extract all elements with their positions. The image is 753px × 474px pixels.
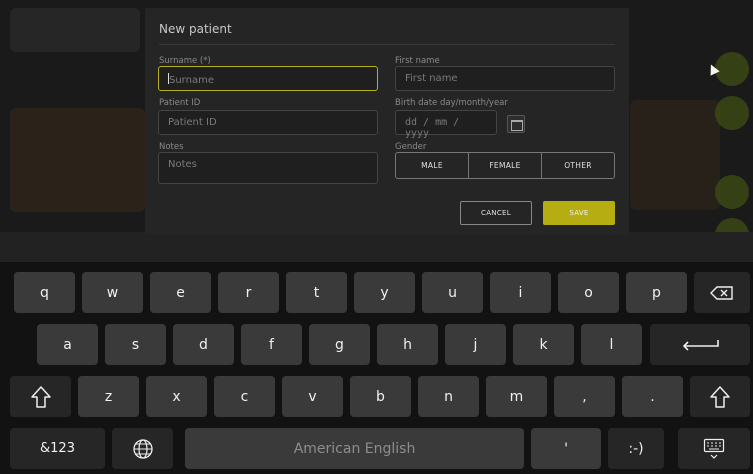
key-j[interactable]: j [445,324,506,365]
background-indicator [715,175,749,209]
dialog-title: New patient [159,22,232,36]
patient-id-label: Patient ID [159,98,201,108]
language-key[interactable] [112,428,173,469]
key-d[interactable]: d [173,324,234,365]
key-i[interactable]: i [490,272,551,313]
shift-key-left[interactable] [10,376,71,417]
symbols-key[interactable]: &123 [10,428,105,469]
key-a[interactable]: a [37,324,98,365]
surname-placeholder: Surname [169,75,214,86]
gender-other-option[interactable]: OTHER [542,153,614,178]
gender-selector: MALE FEMALE OTHER [395,152,615,179]
key-k[interactable]: k [513,324,574,365]
background-panel [10,108,145,212]
key-s[interactable]: s [105,324,166,365]
key-n[interactable]: n [418,376,479,417]
enter-key[interactable] [650,324,750,365]
key-r[interactable]: r [218,272,279,313]
background-row [0,232,753,262]
key-t[interactable]: t [286,272,347,313]
key-b[interactable]: b [350,376,411,417]
shift-icon [30,385,51,408]
key-x[interactable]: x [146,376,207,417]
notes-field[interactable]: Notes [158,152,378,184]
key-v[interactable]: v [282,376,343,417]
gender-label: Gender [395,142,427,152]
space-bar[interactable]: American English [185,428,524,469]
key-y[interactable]: y [354,272,415,313]
key-h[interactable]: h [377,324,438,365]
backspace-key[interactable] [694,272,750,313]
gender-male-option[interactable]: MALE [396,153,469,178]
hide-keyboard-key[interactable] [678,428,750,469]
shift-icon [710,385,730,408]
first-name-field[interactable]: First name [395,66,615,91]
on-screen-keyboard: q w e r t y u i o p a s d f g h j k l z … [0,262,753,474]
divider [159,44,615,45]
key-p[interactable]: p [626,272,687,313]
key-c[interactable]: c [214,376,275,417]
patient-id-field[interactable]: Patient ID [158,110,378,135]
key-apostrophe[interactable]: ' [531,428,601,469]
notes-label: Notes [159,142,184,152]
key-q[interactable]: q [14,272,75,313]
key-period[interactable]: . [622,376,683,417]
globe-icon [132,438,153,459]
background-indicator [715,52,749,86]
enter-icon [682,339,719,351]
key-u[interactable]: u [422,272,483,313]
first-name-label: First name [395,56,440,66]
new-patient-dialog: New patient Surname (*) Surname First na… [145,8,629,235]
background-indicator [715,96,749,130]
keyboard-hide-icon [703,438,725,459]
key-w[interactable]: w [82,272,143,313]
calendar-icon[interactable] [507,115,525,133]
key-z[interactable]: z [78,376,139,417]
shift-key-right[interactable] [690,376,750,417]
backspace-icon [710,285,733,300]
smiley-key[interactable]: :-) [608,428,664,469]
background-panel [10,8,140,52]
key-m[interactable]: m [486,376,547,417]
key-f[interactable]: f [241,324,302,365]
key-l[interactable]: l [581,324,642,365]
save-button[interactable]: SAVE [543,201,615,225]
key-e[interactable]: e [150,272,211,313]
birth-date-field[interactable]: dd / mm / yyyy [395,110,497,139]
key-comma[interactable]: , [554,376,615,417]
surname-field[interactable]: Surname [158,66,378,91]
background-panel [630,100,720,210]
gender-female-option[interactable]: FEMALE [469,153,542,178]
cancel-button[interactable]: CANCEL [460,201,532,225]
key-o[interactable]: o [558,272,619,313]
birth-date-label: Birth date day/month/year [395,98,508,108]
key-g[interactable]: g [309,324,370,365]
surname-label: Surname (*) [159,56,211,66]
